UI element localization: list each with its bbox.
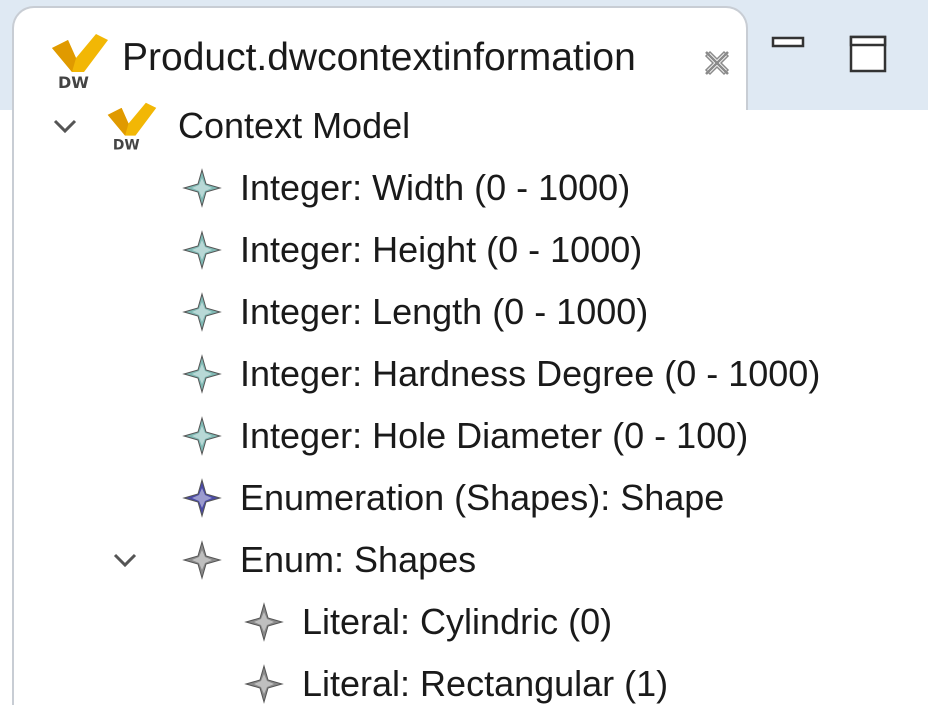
dw-context-model-icon <box>48 32 112 92</box>
attribute-integer-icon <box>182 230 222 270</box>
tree-item-label: Integer: Length (0 - 1000) <box>240 291 649 332</box>
enum-icon <box>182 540 222 580</box>
tree-item-label: Literal: Rectangular (1) <box>302 663 669 704</box>
tree-item-label: Context Model <box>178 105 411 146</box>
attribute-enumeration-icon <box>182 478 222 518</box>
tree-item-context-model[interactable]: Context Model <box>0 95 928 157</box>
chevron-down-icon[interactable] <box>112 550 138 570</box>
tree-item-attribute[interactable]: Integer: Height (0 - 1000) <box>0 219 928 281</box>
minimize-icon[interactable] <box>770 36 806 72</box>
tree-item-enum[interactable]: Enum: Shapes <box>0 529 928 591</box>
tree-item-attribute[interactable]: Integer: Width (0 - 1000) <box>0 157 928 219</box>
close-icon[interactable] <box>700 46 734 80</box>
attribute-integer-icon <box>182 416 222 456</box>
chevron-down-icon[interactable] <box>52 116 78 136</box>
attribute-integer-icon <box>182 292 222 332</box>
tree-item-attribute[interactable]: Integer: Length (0 - 1000) <box>0 281 928 343</box>
tree-item-attribute[interactable]: Integer: Hardness Degree (0 - 1000) <box>0 343 928 405</box>
tree-item-label: Integer: Height (0 - 1000) <box>240 229 643 270</box>
tree-item-label: Literal: Cylindric (0) <box>302 601 613 642</box>
tab-title: Product.dwcontextinformation <box>122 36 636 79</box>
tree-item-attribute[interactable]: Integer: Hole Diameter (0 - 100) <box>0 405 928 467</box>
attribute-integer-icon <box>182 354 222 394</box>
tree-item-label: Integer: Hardness Degree (0 - 1000) <box>240 353 821 394</box>
enum-literal-icon <box>244 664 284 704</box>
attribute-integer-icon <box>182 168 222 208</box>
dw-context-model-icon <box>104 101 160 153</box>
tree-item-label: Integer: Width (0 - 1000) <box>240 167 631 208</box>
tree-item-literal[interactable]: Literal: Rectangular (1) <box>0 653 928 715</box>
tree-item-literal[interactable]: Literal: Cylindric (0) <box>0 591 928 653</box>
tree-item-label: Enum: Shapes <box>240 539 477 580</box>
enum-literal-icon <box>244 602 284 642</box>
editor-panel: Product.dwcontextinformation Context Mod… <box>0 0 928 705</box>
tree-item-label: Enumeration (Shapes): Shape <box>240 477 725 518</box>
maximize-icon[interactable] <box>848 34 888 74</box>
tree-item-attribute[interactable]: Enumeration (Shapes): Shape <box>0 467 928 529</box>
tree-item-label: Integer: Hole Diameter (0 - 100) <box>240 415 749 456</box>
